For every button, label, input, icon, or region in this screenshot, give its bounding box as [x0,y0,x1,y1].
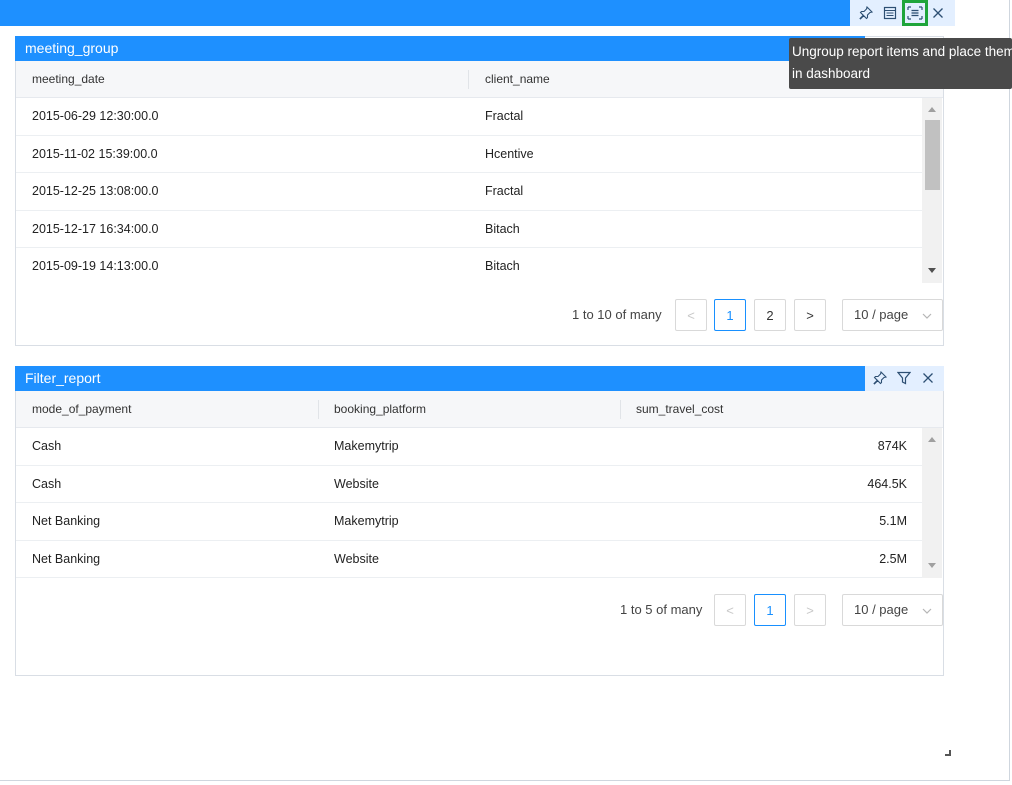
close-icon[interactable] [918,368,938,388]
scroll-up-icon[interactable] [922,102,942,116]
group-toolbar [850,0,955,26]
table-row[interactable]: 2015-11-02 15:39:00.0 Hcentive [16,136,922,173]
vertical-scrollbar[interactable] [922,98,942,283]
table-header: mode_of_payment booking_platform sum_tra… [16,391,943,428]
page-size-value: 10 / page [854,602,909,617]
cell-mode-of-payment: Cash [32,439,62,453]
scroll-thumb[interactable] [925,120,940,190]
next-page-button[interactable]: > [794,594,826,626]
prev-page-button[interactable]: < [714,594,746,626]
table-row[interactable]: Net Banking Website 2.5M [16,541,922,578]
cell-client-name: Hcentive [485,146,534,161]
report-group-container: meeting_group meeting_date client_name 2… [0,0,1010,781]
cell-mode-of-payment: Net Banking [32,514,101,528]
chevron-left-icon: < [726,602,734,618]
table-row[interactable]: Net Banking Makemytrip 5.1M [16,503,922,541]
cell-booking-platform: Makemytrip [334,514,399,528]
cell-meeting-date: 2015-12-17 16:34:00.0 [32,221,159,236]
cell-client-name: Bitach [485,221,520,236]
group-header [0,0,955,26]
cell-booking-platform: Website [334,551,379,566]
table-row[interactable]: Cash Makemytrip 874K [16,428,922,466]
cell-sum-travel-cost: 874K [877,439,907,453]
resize-handle-icon[interactable] [945,750,951,756]
next-page-button[interactable]: > [794,299,826,331]
column-header-sum-travel-cost[interactable]: sum_travel_cost [620,391,922,428]
pagination: 1 to 5 of many < 1 > 10 / page [16,594,945,626]
cell-meeting-date: 2015-11-02 15:39:00.0 [32,146,158,161]
pagination-summary: 1 to 5 of many [620,602,703,617]
chevron-right-icon: > [806,307,814,323]
scroll-up-icon[interactable] [922,432,942,446]
panel-title[interactable]: meeting_group [15,36,865,61]
ungroup-icon[interactable] [902,0,928,26]
table-row[interactable]: 2015-12-25 13:08:00.0 Fractal [16,173,922,211]
page-size-value: 10 / page [854,307,909,322]
cell-sum-travel-cost: 2.5M [879,551,907,566]
chevron-right-icon: > [806,602,814,618]
scroll-down-icon[interactable] [922,264,942,278]
cell-sum-travel-cost: 464.5K [867,476,907,491]
cell-mode-of-payment: Cash [32,476,62,491]
table-row[interactable]: 2015-06-29 12:30:00.0 Fractal [16,98,922,136]
column-header-booking-platform[interactable]: booking_platform [318,391,620,428]
vertical-scrollbar[interactable] [922,428,942,578]
ungroup-tooltip: Ungroup report items and place them in d… [789,38,1012,89]
tooltip-line-1: Ungroup report items and place them [792,44,1012,59]
cell-sum-travel-cost: 5.1M [879,514,907,528]
table-row[interactable]: 2015-09-19 14:13:00.0 Bitach [16,248,922,286]
cell-client-name: Fractal [485,184,524,198]
column-header-meeting-date[interactable]: meeting_date [16,61,468,98]
close-icon[interactable] [928,3,948,23]
pin-icon[interactable] [856,3,876,23]
column-header-mode-of-payment[interactable]: mode_of_payment [16,391,318,428]
pin-icon[interactable] [870,368,890,388]
chevron-down-icon [922,595,932,625]
pagination: 1 to 10 of many < 1 2 > 10 / page [16,299,945,331]
group-title-bar[interactable] [0,0,850,26]
tooltip-line-2: in dashboard [792,66,871,81]
panel-toolbar [865,366,944,391]
filter-icon[interactable] [894,368,914,388]
cell-client-name: Fractal [485,109,524,123]
page-button-1[interactable]: 1 [714,299,746,331]
panel-title[interactable]: Filter_report [15,366,865,391]
table-row[interactable]: Cash Website 464.5K [16,466,922,503]
cell-meeting-date: 2015-09-19 14:13:00.0 [32,259,159,273]
page-size-select[interactable]: 10 / page [842,594,943,626]
page-button-1[interactable]: 1 [754,594,786,626]
prev-page-button[interactable]: < [675,299,707,331]
cell-mode-of-payment: Net Banking [32,551,101,566]
scroll-down-icon[interactable] [922,559,942,573]
filter-report-panel: Filter_report mode_of_payment booking_pl… [15,366,944,676]
cell-client-name: Bitach [485,259,520,273]
cell-booking-platform: Makemytrip [334,439,399,453]
page-size-select[interactable]: 10 / page [842,299,943,331]
cell-meeting-date: 2015-06-29 12:30:00.0 [32,109,159,123]
cell-meeting-date: 2015-12-25 13:08:00.0 [32,184,159,198]
chevron-left-icon: < [687,307,695,323]
table-row[interactable]: 2015-12-17 16:34:00.0 Bitach [16,211,922,248]
chevron-down-icon [922,300,932,330]
cell-booking-platform: Website [334,476,379,491]
page-button-2[interactable]: 2 [754,299,786,331]
layout-icon[interactable] [880,3,900,23]
pagination-summary: 1 to 10 of many [572,307,662,322]
